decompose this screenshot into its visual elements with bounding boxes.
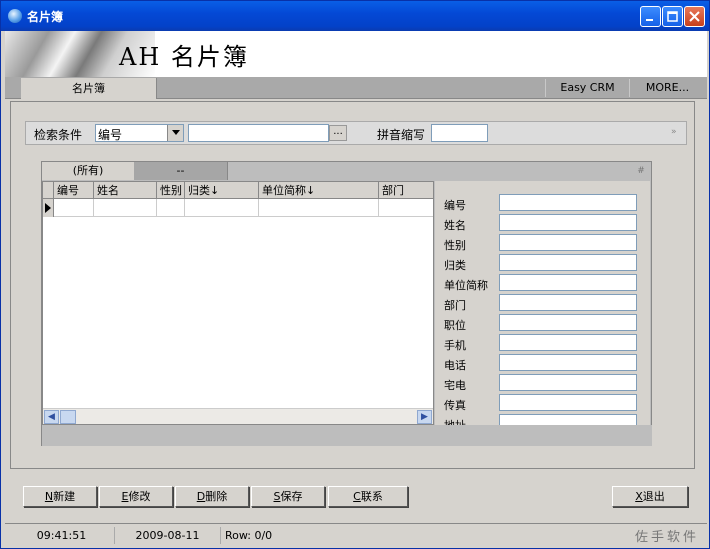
horizontal-scrollbar[interactable]: ◀ ▶ — [43, 408, 433, 424]
criteria-select[interactable]: 编号 — [95, 124, 184, 142]
field-company[interactable] — [499, 274, 637, 291]
contact-label: 联系 — [360, 490, 383, 503]
app-window: 名片簿 AH 名片簿 名片簿 Easy CRM MORE... 检索条件 编号 … — [0, 0, 710, 549]
field-phone[interactable] — [499, 354, 637, 371]
search-input[interactable] — [188, 124, 329, 142]
new-button[interactable]: N新建 — [23, 486, 97, 507]
chevron-down-icon[interactable] — [167, 125, 183, 141]
collapse-icon[interactable]: » — [671, 127, 677, 137]
app-icon — [8, 9, 22, 23]
exit-hotkey: X — [635, 490, 643, 503]
more-button[interactable]: MORE... — [629, 79, 705, 97]
window-title: 名片簿 — [27, 10, 64, 24]
new-hotkey: N — [44, 490, 54, 503]
edit-button[interactable]: E修改 — [99, 486, 173, 507]
title-bar[interactable]: 名片簿 — [1, 1, 709, 31]
delete-label: 删除 — [205, 490, 228, 503]
field-label-name: 姓名 — [444, 219, 466, 232]
save-button[interactable]: S保存 — [251, 486, 325, 507]
field-home-phone[interactable] — [499, 374, 637, 391]
close-icon — [689, 11, 700, 22]
list-footer — [42, 425, 652, 446]
tab-card-book[interactable]: 名片簿 — [21, 78, 157, 99]
table-cell[interactable] — [54, 199, 94, 217]
easy-crm-button[interactable]: Easy CRM — [545, 79, 629, 97]
field-label-id: 编号 — [444, 199, 466, 212]
field-label-dept: 部门 — [444, 299, 466, 312]
contact-hotkey: C — [353, 490, 361, 503]
header-corner — [43, 182, 54, 199]
delete-button[interactable]: D删除 — [175, 486, 249, 507]
status-time: 09:41:51 — [9, 527, 115, 544]
field-label-phone: 电话 — [444, 359, 466, 372]
delete-hotkey: D — [196, 490, 206, 503]
table-cell[interactable] — [157, 199, 185, 217]
maximize-button[interactable] — [662, 6, 683, 27]
col-header-gender[interactable]: 性别 — [157, 182, 185, 199]
field-label-home-phone: 宅电 — [444, 379, 466, 392]
pinyin-input[interactable] — [431, 124, 488, 142]
top-tab-bar: 名片簿 Easy CRM MORE... — [5, 77, 707, 99]
table-cell[interactable] — [185, 199, 259, 217]
pin-icon[interactable]: # — [633, 162, 649, 180]
close-button[interactable] — [684, 6, 705, 27]
tab-all[interactable]: (所有) — [42, 162, 134, 180]
tab-other[interactable]: -- — [134, 162, 228, 180]
status-bar: 09:41:51 2009-08-11 Row: 0/0 佐手软件 — [5, 523, 707, 545]
contact-grid[interactable]: 编号 姓名 性别 归类↓ 单位简称↓ 部门 ◀ ▶ — [42, 181, 434, 425]
detail-panel: 编号 姓名 性别 归类 单位简称 部门 职位 手机 电话 宅电 传真 地址 — [435, 181, 650, 425]
col-header-category[interactable]: 归类↓ — [185, 182, 259, 199]
col-header-name[interactable]: 姓名 — [94, 182, 157, 199]
criteria-label: 检索条件 — [34, 128, 83, 142]
field-label-address: 地址 — [444, 417, 466, 425]
status-row: Row: 0/0 — [225, 529, 273, 542]
field-label-company: 单位简称 — [444, 279, 488, 292]
field-mobile[interactable] — [499, 334, 637, 351]
pinyin-label: 拼音缩写 — [377, 128, 426, 142]
table-row[interactable] — [43, 199, 433, 217]
field-dept[interactable] — [499, 294, 637, 311]
grid-header: 编号 姓名 性别 归类↓ 单位简称↓ 部门 — [43, 182, 433, 199]
field-label-mobile: 手机 — [444, 339, 466, 352]
field-label-position: 职位 — [444, 319, 466, 332]
exit-label: 退出 — [642, 490, 665, 503]
field-category[interactable] — [499, 254, 637, 271]
field-id[interactable] — [499, 194, 637, 211]
status-date: 2009-08-11 — [115, 527, 221, 544]
table-cell[interactable] — [259, 199, 379, 217]
banner-title: AH 名片簿 — [119, 43, 249, 71]
scroll-right-icon[interactable]: ▶ — [417, 410, 432, 424]
new-label: 新建 — [53, 490, 76, 503]
edit-label: 修改 — [128, 490, 151, 503]
contact-button[interactable]: C联系 — [328, 486, 408, 507]
field-name[interactable] — [499, 214, 637, 231]
col-header-dept[interactable]: 部门 — [379, 182, 433, 199]
field-label-fax: 传真 — [444, 399, 466, 412]
scroll-left-icon[interactable]: ◀ — [44, 410, 59, 424]
save-label: 保存 — [280, 490, 303, 503]
maximize-icon — [667, 11, 678, 22]
criteria-select-value: 编号 — [98, 128, 123, 142]
field-address[interactable] — [499, 414, 637, 425]
row-pointer-icon — [43, 199, 54, 217]
col-header-company[interactable]: 单位简称↓ — [259, 182, 379, 199]
banner: AH 名片簿 — [5, 31, 707, 77]
field-label-category: 归类 — [444, 259, 466, 272]
field-position[interactable] — [499, 314, 637, 331]
field-label-gender: 性别 — [444, 239, 466, 252]
col-header-id[interactable]: 编号 — [54, 182, 94, 199]
brand-logo: 佐手软件 — [634, 530, 699, 545]
minimize-icon — [646, 19, 653, 21]
field-fax[interactable] — [499, 394, 637, 411]
table-cell[interactable] — [94, 199, 157, 217]
exit-button[interactable]: X退出 — [612, 486, 688, 507]
browse-button[interactable]: ... — [329, 125, 347, 141]
field-gender[interactable] — [499, 234, 637, 251]
scroll-thumb[interactable] — [60, 410, 76, 424]
minimize-button[interactable] — [640, 6, 661, 27]
